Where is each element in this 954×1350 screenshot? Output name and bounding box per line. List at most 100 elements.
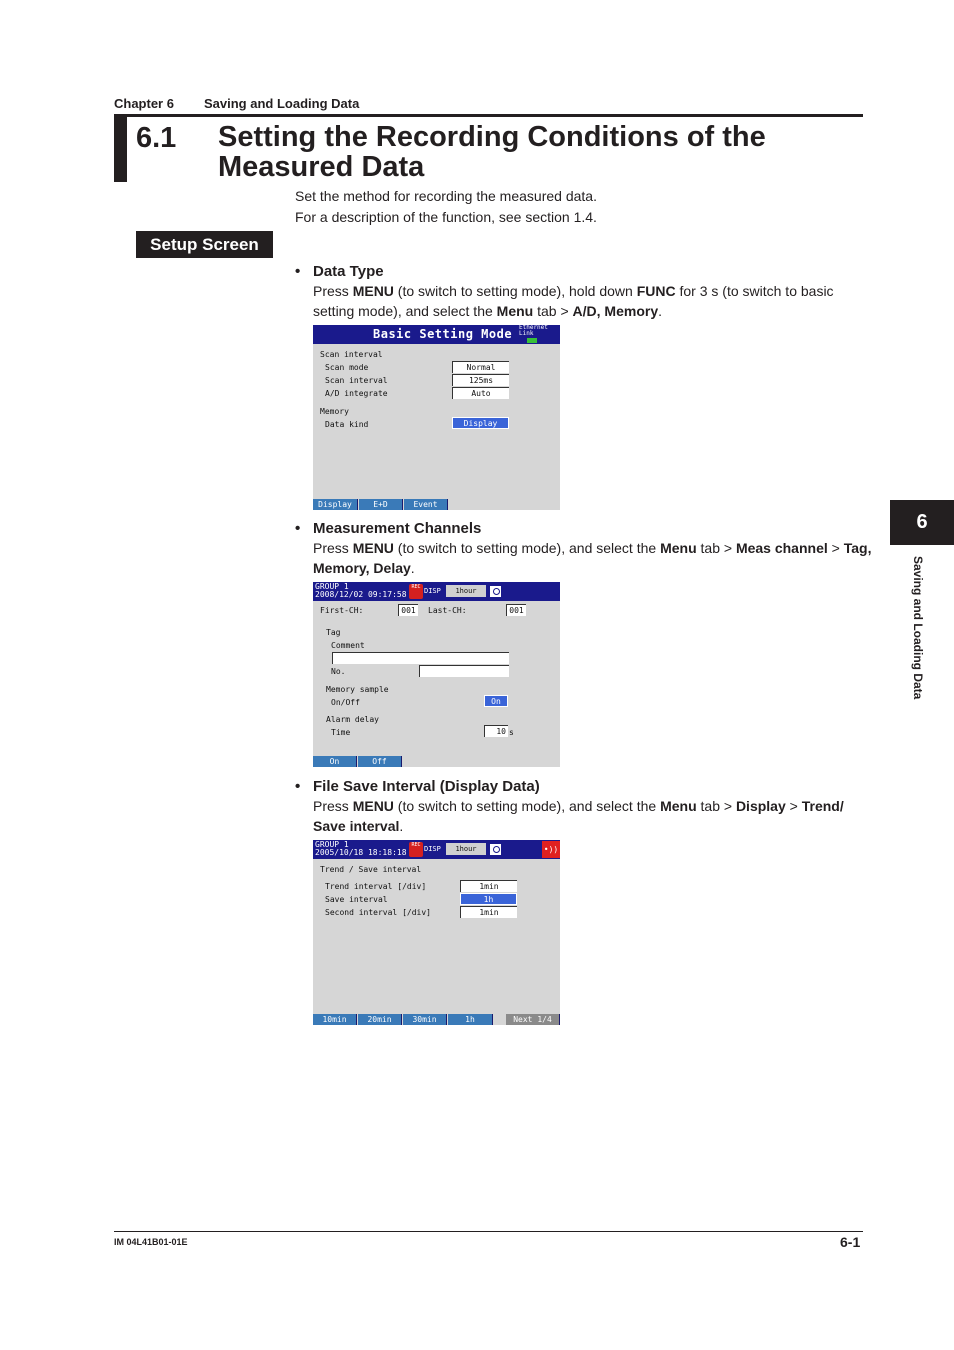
memory-media-icon — [488, 584, 503, 599]
comment-field[interactable] — [332, 652, 509, 664]
last-ch-label: Last-CH: — [428, 606, 467, 615]
timebase-box: 1hour — [446, 843, 486, 855]
item-heading-file-save-interval: • File Save Interval (Display Data) — [295, 778, 540, 795]
paragraph-text: tab > — [696, 540, 736, 556]
paragraph-text: Press — [313, 283, 353, 299]
softkey-event[interactable]: Event — [404, 499, 448, 510]
bullet-icon: • — [295, 263, 301, 280]
emphasis-text: MENU — [352, 798, 394, 814]
emphasis-text: Menu — [660, 798, 697, 814]
trend-interval-field[interactable]: 1min — [460, 880, 517, 892]
section-title: Setting the Recording Conditions of the … — [218, 122, 766, 182]
paragraph-text: . — [399, 818, 404, 834]
scan-interval-field[interactable]: 125ms — [452, 374, 509, 386]
item-paragraph: Press MENU (to switch to setting mode), … — [313, 796, 873, 836]
ad-integrate-label: A/D integrate — [325, 389, 388, 398]
paragraph-text: Press — [313, 798, 353, 814]
data-kind-label: Data kind — [325, 420, 369, 429]
paragraph-text: (to switch to setting mode), and select … — [393, 540, 661, 556]
timebase-box: 1hour — [446, 585, 486, 597]
first-ch-field[interactable]: 001 — [398, 604, 418, 616]
paragraph-text: Press — [313, 540, 353, 556]
paragraph-text: > — [785, 798, 802, 814]
item-title: Measurement Channels — [313, 520, 482, 537]
emphasis-text: FUNC — [636, 283, 676, 299]
no-field[interactable] — [419, 665, 509, 677]
disp-label: DISP — [424, 587, 441, 595]
paragraph-text: (to switch to setting mode), and select … — [393, 798, 661, 814]
softkey-on[interactable]: On — [313, 756, 357, 767]
trend-save-interval-screen: GROUP 1 2005/10/18 18:18:18 REC DISP 1hou… — [313, 840, 560, 1025]
time-label: Time — [331, 728, 351, 737]
scan-interval-label: Scan interval — [325, 376, 388, 385]
eth-line2: Link — [519, 330, 534, 337]
section-title-line2: Measured Data — [218, 151, 425, 183]
softkey-off[interactable]: Off — [358, 756, 402, 767]
intro-text: Set the method for recording the measure… — [295, 186, 597, 228]
chapter-side-label: Saving and Loading Data — [911, 556, 925, 700]
save-interval-label: Save interval — [325, 895, 388, 904]
softkey-bar: Display E+D Event — [313, 499, 560, 510]
basic-setting-screen: Basic Setting Mode Ethernet Link Scan int… — [313, 325, 560, 510]
intro-line1: Set the method for recording the measure… — [295, 188, 597, 204]
trend-interval-label: Trend interval [/div] — [325, 882, 427, 891]
softkey-e-plus-d[interactable]: E+D — [359, 499, 403, 510]
screen-header: Basic Setting Mode Ethernet Link — [313, 325, 560, 344]
softkey-display[interactable]: Display — [313, 499, 358, 510]
paragraph-text: tab > — [533, 303, 573, 319]
screen-title: Basic Setting Mode — [373, 327, 513, 341]
paragraph-text: > — [827, 540, 844, 556]
onoff-field[interactable]: On — [484, 695, 508, 707]
screen-header: GROUP 1 2008/12/02 09:17:58 REC DISP 1hou… — [313, 582, 560, 601]
ethernet-link-led-icon — [527, 338, 537, 343]
intro-line2: For a description of the function, see s… — [295, 209, 597, 225]
softkey-20min[interactable]: 20min — [358, 1014, 402, 1025]
softkey-next[interactable]: Next 1/4 — [506, 1014, 560, 1025]
section-title-line1: Setting the Recording Conditions of the — [218, 121, 766, 153]
chapter-side-tab[interactable]: 6 — [890, 500, 954, 545]
softkey-1h[interactable]: 1h — [448, 1014, 493, 1025]
memory-sample-label: Memory sample — [326, 685, 389, 694]
no-label: No. — [331, 667, 346, 676]
measurement-channel-screen: GROUP 1 2008/12/02 09:17:58 REC DISP 1hou… — [313, 582, 560, 767]
group-datetime: GROUP 1 2008/12/02 09:17:58 — [315, 583, 407, 599]
datetime: 2005/10/18 18:18:18 — [315, 848, 407, 857]
comment-label: Comment — [331, 641, 365, 650]
save-interval-field[interactable]: 1h — [460, 893, 517, 905]
disp-label: DISP — [424, 845, 441, 853]
emphasis-text: MENU — [352, 540, 394, 556]
emphasis-text: MENU — [352, 283, 394, 299]
scan-mode-label: Scan mode — [325, 363, 369, 372]
scan-group-label: Scan interval — [320, 350, 383, 359]
time-field[interactable]: 10 — [484, 725, 508, 737]
ad-integrate-field[interactable]: Auto — [452, 387, 509, 399]
softkey-bar: On Off — [313, 756, 560, 767]
header-rule — [126, 114, 863, 117]
emphasis-text: Meas channel — [735, 540, 828, 556]
item-title: Data Type — [313, 263, 384, 280]
second-interval-label: Second interval [/div] — [325, 908, 431, 917]
recording-icon: REC — [409, 842, 423, 857]
memory-media-icon — [488, 842, 503, 857]
softkey-30min[interactable]: 30min — [403, 1014, 447, 1025]
paragraph-text: (to switch to setting mode), hold down — [393, 283, 637, 299]
tag-group-label: Tag — [326, 628, 341, 637]
page-number: 6-1 — [840, 1234, 861, 1250]
setup-screen-heading: Setup Screen — [136, 231, 273, 258]
recording-icon: REC — [409, 584, 423, 599]
footer-rule — [114, 1231, 863, 1232]
data-kind-field[interactable]: Display — [452, 417, 509, 429]
last-ch-field[interactable]: 001 — [506, 604, 526, 616]
second-interval-field[interactable]: 1min — [460, 906, 517, 918]
chapter-title: Saving and Loading Data — [204, 96, 360, 111]
item-paragraph: Press MENU (to switch to setting mode), … — [313, 281, 873, 321]
datetime: 2008/12/02 09:17:58 — [315, 590, 407, 599]
item-title: File Save Interval (Display Data) — [313, 778, 540, 795]
emphasis-text: Menu — [660, 540, 697, 556]
scan-mode-field[interactable]: Normal — [452, 361, 509, 373]
group-datetime: GROUP 1 2005/10/18 18:18:18 — [315, 841, 407, 857]
emphasis-text: Display — [735, 798, 786, 814]
softkey-10min[interactable]: 10min — [313, 1014, 357, 1025]
paragraph-text: . — [658, 303, 663, 319]
emphasis-text: Menu — [496, 303, 534, 319]
